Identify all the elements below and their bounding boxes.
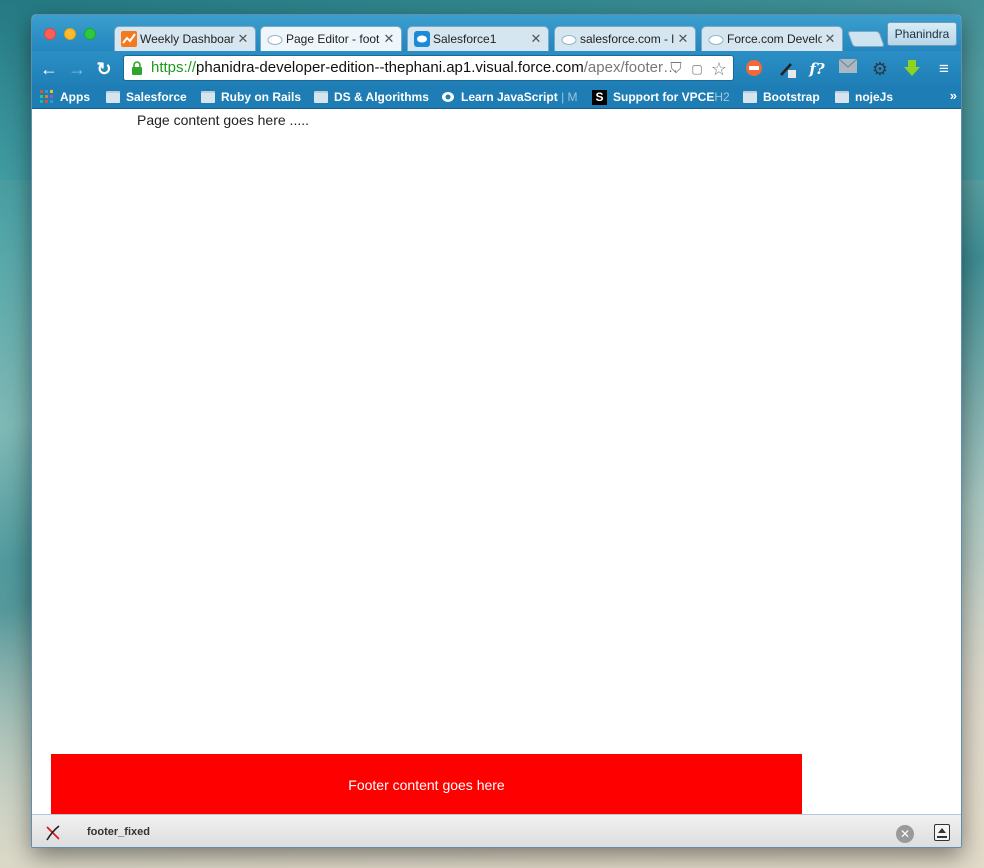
- shield-icon[interactable]: ⛉: [667, 60, 685, 78]
- forward-arrow-icon[interactable]: →: [66, 58, 88, 80]
- folder-icon: [835, 91, 849, 103]
- chart-icon: [121, 31, 137, 47]
- status-label: footer_fixed: [87, 826, 150, 838]
- apps-grid-icon: [40, 90, 53, 103]
- bookmark-label-suffix: | M: [561, 90, 578, 104]
- tab-weekly-dashboard[interactable]: Weekly Dashboard ✕: [114, 26, 256, 51]
- download-arrow-icon[interactable]: [902, 59, 922, 79]
- close-tab-icon[interactable]: ✕: [528, 31, 544, 47]
- file-x-icon[interactable]: [44, 824, 62, 842]
- bookmark-apps[interactable]: Apps: [40, 88, 90, 106]
- tab-title: Force.com Develo: [727, 32, 822, 46]
- bookmark-star-icon[interactable]: ☆: [710, 60, 728, 78]
- salesforce-icon: [414, 31, 430, 47]
- menu-icon[interactable]: ≡: [934, 59, 954, 79]
- minimize-window-button[interactable]: [64, 28, 76, 40]
- toolbar: ← → ↻ https://phanidra-developer-edition…: [32, 51, 961, 85]
- s-logo-icon: S: [592, 89, 607, 105]
- bookmark-nojejs[interactable]: nojeJs: [835, 88, 893, 106]
- bookmark-learn-javascript[interactable]: Learn JavaScript | M: [441, 88, 578, 106]
- bookmarks-overflow-chevron-icon[interactable]: »: [950, 88, 957, 103]
- close-tab-icon[interactable]: ✕: [822, 31, 838, 47]
- folder-icon: [314, 91, 328, 103]
- expand-panel-icon[interactable]: [934, 824, 950, 841]
- close-tab-icon[interactable]: ✕: [675, 31, 691, 47]
- page-footer: Footer content goes here: [51, 754, 802, 814]
- bookmark-label: DS & Algorithms: [334, 90, 429, 104]
- tab-page-editor[interactable]: Page Editor - foot ✕: [260, 26, 402, 51]
- bookmark-label-suffix: H2: [714, 90, 730, 104]
- tab-title: Weekly Dashboard: [140, 32, 235, 46]
- bookmark-label: Ruby on Rails: [221, 90, 302, 104]
- bookmarks-bar: Apps Salesforce Ruby on Rails DS & Algor…: [32, 85, 961, 109]
- bookmark-label: nojeJs: [855, 90, 894, 104]
- folder-icon: [106, 91, 120, 103]
- tab-salesforce1[interactable]: Salesforce1 ✕: [407, 26, 549, 51]
- tab-salesforce-com[interactable]: salesforce.com - l ✕: [554, 26, 696, 51]
- tab-title: Salesforce1: [433, 32, 497, 46]
- page-viewport: Page content goes here ..... Footer cont…: [32, 110, 961, 814]
- profile-button[interactable]: Phanindra: [887, 22, 957, 46]
- page-content-text: Page content goes here .....: [137, 112, 310, 128]
- bookmark-label: Bootstrap: [763, 90, 820, 104]
- url-host: phanidra-developer-edition--thephani.ap1…: [196, 59, 584, 76]
- address-bar[interactable]: https://phanidra-developer-edition--thep…: [123, 55, 734, 81]
- tab-title: Page Editor - foot: [286, 32, 380, 46]
- folder-icon: [743, 91, 757, 103]
- browser-window: Weekly Dashboard ✕ Page Editor - foot ✕ …: [31, 14, 962, 848]
- tab-force-com[interactable]: Force.com Develo ✕: [701, 26, 843, 51]
- url-path: /apex/footer…: [583, 59, 678, 76]
- bookmark-ds-algorithms[interactable]: DS & Algorithms: [314, 88, 429, 106]
- bookmark-salesforce[interactable]: Salesforce: [106, 88, 187, 106]
- bookmark-bootstrap[interactable]: Bootstrap: [743, 88, 820, 106]
- bookmark-ruby-on-rails[interactable]: Ruby on Rails: [201, 88, 301, 106]
- cloud-icon: [561, 31, 577, 47]
- back-arrow-icon[interactable]: ←: [38, 58, 60, 80]
- reload-icon[interactable]: ↻: [93, 58, 115, 80]
- tab-strip: Weekly Dashboard ✕ Page Editor - foot ✕ …: [32, 15, 961, 51]
- bookmark-label: Learn JavaScript: [461, 90, 558, 104]
- bookmark-support-vpceh2[interactable]: S Support for VPCE H2: [592, 88, 730, 106]
- close-window-button[interactable]: [44, 28, 56, 40]
- page-action-icon[interactable]: ▢: [688, 60, 706, 78]
- eyedropper-icon[interactable]: [777, 59, 797, 79]
- close-circle-icon[interactable]: ✕: [896, 825, 914, 843]
- new-tab-button[interactable]: [847, 31, 885, 47]
- gear-icon[interactable]: ⚙: [870, 59, 890, 79]
- cloud-icon: [267, 31, 283, 47]
- formula-icon[interactable]: f?: [807, 59, 827, 79]
- lock-icon: [132, 61, 142, 75]
- learn-icon: [442, 92, 454, 102]
- bookmark-label: Salesforce: [126, 90, 187, 104]
- folder-icon: [201, 91, 215, 103]
- bookmark-label: Support for VPCE: [613, 90, 715, 104]
- tab-title: salesforce.com - l: [580, 32, 675, 46]
- url-scheme: https://: [151, 59, 197, 76]
- mail-icon[interactable]: [838, 58, 858, 79]
- extension-ninja-icon[interactable]: [744, 59, 764, 79]
- close-tab-icon[interactable]: ✕: [235, 31, 251, 47]
- maximize-window-button[interactable]: [84, 28, 96, 40]
- cloud-icon: [708, 31, 724, 47]
- close-tab-icon[interactable]: ✕: [381, 31, 397, 47]
- bookmark-label: Apps: [60, 90, 90, 104]
- status-bar: footer_fixed ✕: [32, 814, 961, 847]
